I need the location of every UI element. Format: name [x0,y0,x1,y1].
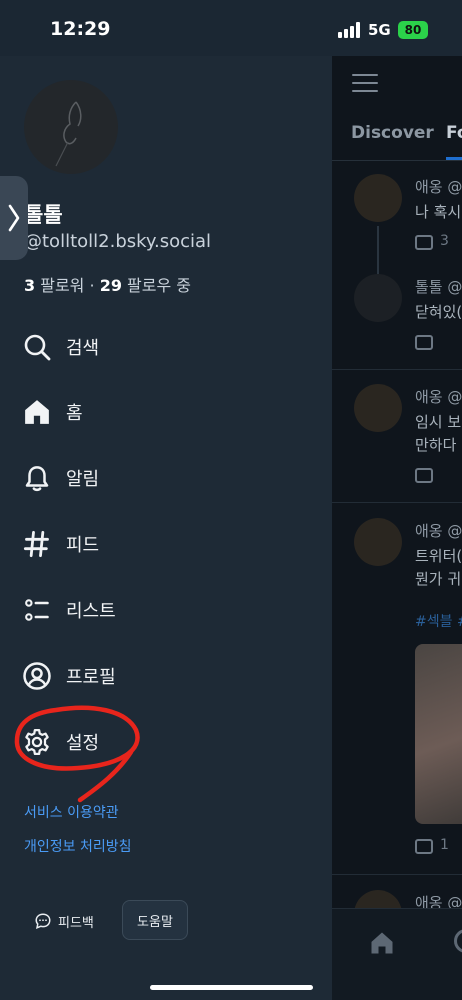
post-author[interactable]: 애옹 @ [415,386,462,407]
status-time: 12:29 [50,18,111,40]
menu-item-search[interactable]: 검색 [20,325,310,369]
menu-item-profile[interactable]: 프로필 [20,654,310,698]
menu-label: 알림 [66,469,100,490]
feed-background: Discover Fo 애옹 @ 나 혹시 3 톨톨 @ 닫혀있( 애옹 @ 임… [332,56,462,1000]
tab-discover[interactable]: Discover [351,123,434,143]
separator: · [89,276,95,295]
search-nav-icon[interactable] [454,929,462,953]
network-type: 5G [368,21,391,39]
menu-icon[interactable] [352,74,378,94]
privacy-link[interactable]: 개인정보 처리방침 [24,836,132,856]
status-bar: 12:29 5G 80 [0,0,462,56]
post-text: 나 혹시 [415,203,462,221]
menu-item-notifications[interactable]: 알림 [20,456,310,500]
hashtag-link[interactable]: #섹블 # [415,611,462,631]
post-text: 트위터( [415,547,462,565]
menu-item-settings[interactable]: 설정 [20,720,310,764]
reply-icon[interactable] [415,235,433,250]
profile-display-name[interactable]: 톨톨 [24,199,63,229]
signal-icon [338,22,362,38]
menu-item-lists[interactable]: 리스트 [20,588,310,632]
tab-following[interactable]: Fo [446,123,462,143]
feedback-label: 피드백 [58,915,94,931]
post-text: 임시 보 [415,413,462,431]
profile-handle[interactable]: @tolltoll2.bsky.social [24,231,211,252]
home-nav-icon[interactable] [368,929,396,957]
post-text: 뭔가 귀 [415,570,462,588]
chevron-right-icon [8,204,20,232]
menu-label: 홈 [66,403,83,424]
home-indicator [150,985,313,990]
reply-icon[interactable] [415,335,433,350]
help-button[interactable]: 도움말 [122,900,188,940]
list-icon [20,593,54,627]
post-text: 만하다 [415,436,457,454]
menu-label: 설정 [66,733,100,754]
drawer-handle[interactable] [0,176,28,260]
bottom-nav [332,908,462,1000]
reply-count: 1 [440,837,449,853]
thread-line [377,226,379,274]
hash-icon [20,527,54,561]
help-label: 도움말 [137,914,173,930]
gear-icon [20,725,54,759]
reply-count: 3 [440,233,449,249]
menu-label: 검색 [66,338,100,359]
battery-level: 80 [404,23,422,37]
terms-link[interactable]: 서비스 이용약관 [24,802,119,822]
chat-bubble-icon [35,913,51,929]
bell-icon [20,461,54,495]
menu-label: 프로필 [66,667,116,688]
search-icon [20,330,54,364]
divider [332,369,462,370]
feedback-button[interactable]: 피드백 [34,906,94,936]
battery-icon: 80 [398,21,428,39]
divider [332,160,462,161]
menu-label: 피드 [66,535,100,556]
post-image[interactable] [415,644,462,824]
profile-avatar[interactable] [24,80,118,174]
post-author[interactable]: 톨톨 @ [415,276,462,297]
post-avatar[interactable] [354,518,402,566]
follow-stats[interactable]: 3 팔로워 · 29 팔로우 중 [24,272,191,296]
profile-icon [20,659,54,693]
post-avatar[interactable] [354,274,402,322]
following-count: 29 [99,276,122,295]
menu-item-home[interactable]: 홈 [20,390,310,434]
menu-label: 리스트 [66,601,116,622]
divider [332,874,462,875]
navigation-drawer: 톨톨 @tolltoll2.bsky.social 3 팔로워 · 29 팔로우… [0,56,332,1000]
following-label: 팔로우 중 [127,276,192,295]
reply-icon[interactable] [415,468,433,483]
post-avatar[interactable] [354,384,402,432]
followers-label: 팔로워 [40,276,85,295]
divider [332,502,462,503]
home-icon [20,395,54,429]
post-avatar[interactable] [354,174,402,222]
reply-icon[interactable] [415,839,433,854]
menu-item-feeds[interactable]: 피드 [20,522,310,566]
post-text: 닫혀있( [415,303,462,321]
post-author[interactable]: 애옹 @ [415,176,462,197]
post-author[interactable]: 애옹 @ [415,520,462,541]
followers-count: 3 [24,276,36,295]
